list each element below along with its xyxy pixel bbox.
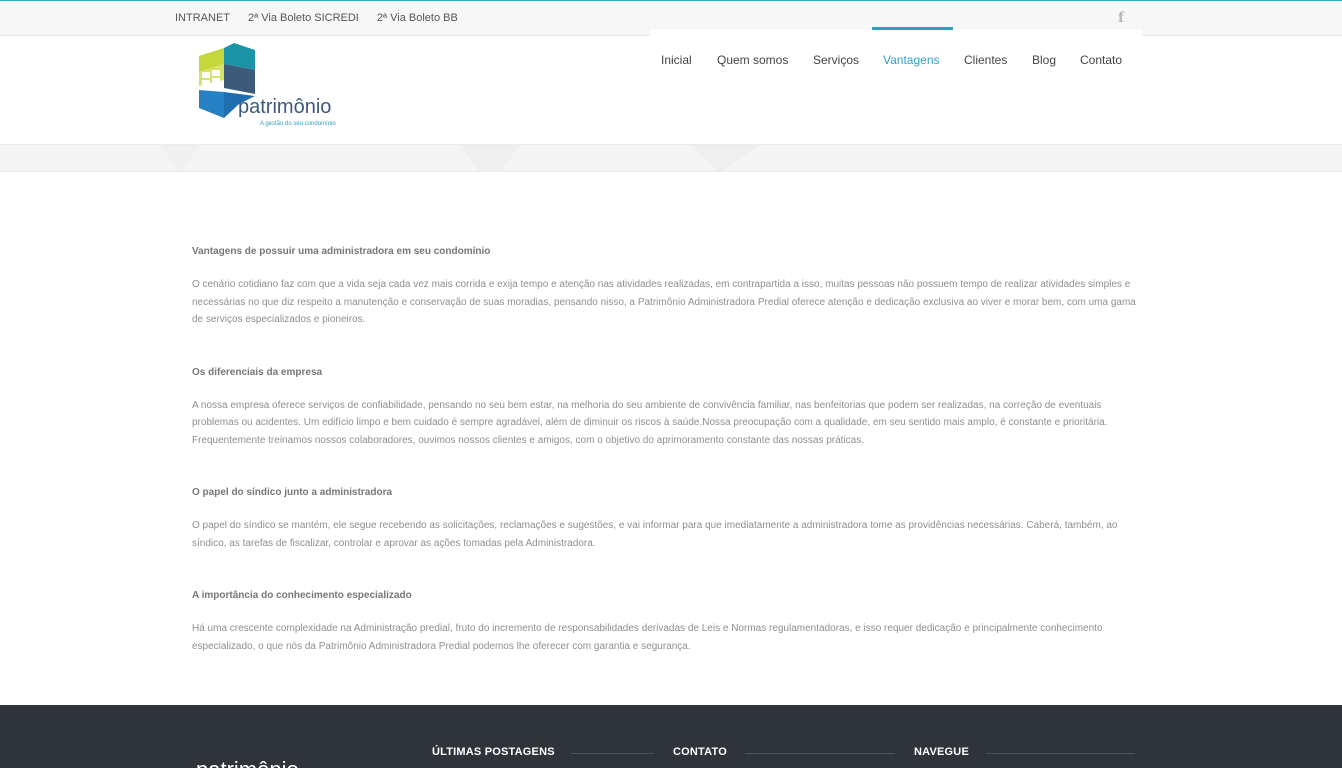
nav-item-servicos[interactable]: Serviços	[813, 53, 859, 67]
logo-wordmark: patrimônio	[238, 96, 331, 118]
footer-heading-contato: CONTATO	[673, 746, 727, 758]
intranet-link[interactable]: INTRANET	[175, 12, 230, 24]
content-section: Vantagens de possuir uma administradora …	[192, 245, 1144, 329]
nav-item-quem-somos[interactable]: Quem somos	[717, 53, 788, 67]
header: patrimônio A gestão do seu condomínio In…	[0, 36, 1342, 144]
footer-divider	[571, 753, 654, 754]
section-paragraph: A nossa empresa oferece serviços de conf…	[192, 399, 1108, 446]
section-paragraph: O cenário cotidiano faz com que a vida s…	[192, 279, 1136, 325]
section-heading: A importância do conhecimento especializ…	[192, 590, 412, 601]
section-heading: O papel do síndico junto a administrador…	[192, 487, 393, 498]
nav-item-blog[interactable]: Blog	[1032, 53, 1056, 67]
main-content: Vantagens de possuir uma administradora …	[192, 245, 1144, 692]
footer-divider	[986, 753, 1135, 754]
top-bar: INTRANET 2ª Via Boleto SICREDI 2ª Via Bo…	[0, 0, 1342, 36]
boleto-sicredi-link[interactable]: 2ª Via Boleto SICREDI	[248, 12, 359, 24]
main-nav: Inicial Quem somos Serviços Vantagens Cl…	[0, 53, 1342, 73]
section-paragraph: O papel do síndico se mantém, ele segue …	[192, 520, 1118, 549]
pagebar-pattern	[160, 145, 760, 171]
active-nav-indicator	[872, 27, 953, 30]
page-title-bar	[0, 144, 1342, 172]
footer-divider	[745, 753, 895, 754]
logo-tagline: A gestão do seu condomínio	[260, 121, 336, 127]
footer-heading-ultimas-postagens: ÚLTIMAS POSTAGENS	[432, 746, 555, 758]
facebook-icon[interactable]: f	[1118, 10, 1124, 26]
section-heading: Os diferenciais da empresa	[192, 366, 323, 378]
content-section: O papel do síndico junto a administrador…	[192, 486, 1144, 552]
content-section: A importância do conhecimento especializ…	[192, 589, 1144, 655]
nav-item-vantagens[interactable]: Vantagens	[883, 53, 940, 67]
nav-strip	[650, 29, 1142, 36]
top-links: INTRANET 2ª Via Boleto SICREDI 2ª Via Bo…	[175, 12, 458, 24]
nav-item-contato[interactable]: Contato	[1080, 53, 1122, 67]
footer-heading-navegue: NAVEGUE	[914, 746, 969, 758]
section-paragraph: Há uma crescente complexidade na Adminis…	[192, 623, 1103, 652]
footer-logo: patrimônio	[196, 757, 299, 768]
content-section: Os diferenciais da empresa A nossa empre…	[192, 366, 1144, 450]
nav-item-inicial[interactable]: Inicial	[661, 53, 692, 67]
boleto-bb-link[interactable]: 2ª Via Boleto BB	[377, 12, 458, 24]
nav-item-clientes[interactable]: Clientes	[964, 53, 1007, 67]
footer: patrimônio ÚLTIMAS POSTAGENS CONTATO NAV…	[0, 705, 1342, 768]
section-heading: Vantagens de possuir uma administradora …	[192, 246, 491, 257]
